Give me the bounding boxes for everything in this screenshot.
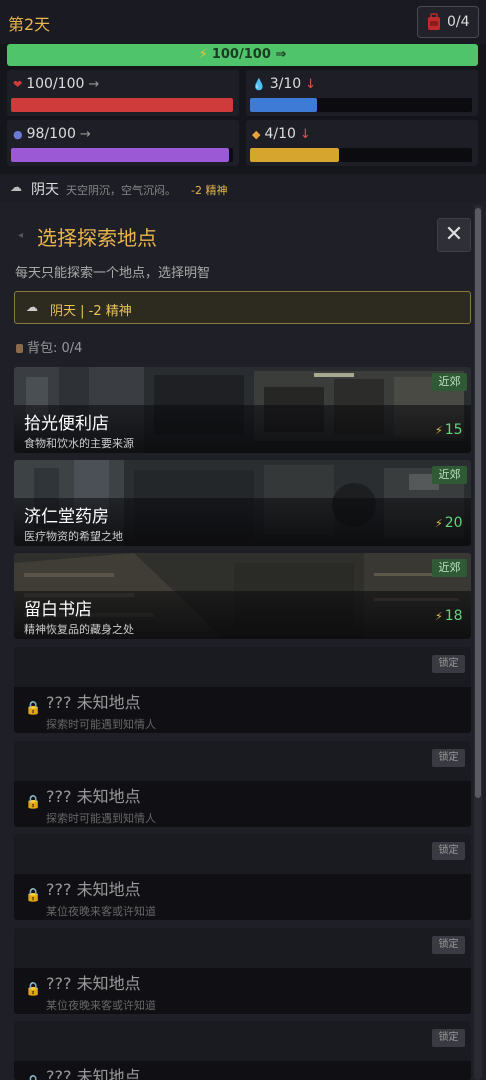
mind-trend: → xyxy=(79,127,91,142)
energy-value: 100/100 ⇒ xyxy=(211,47,287,62)
cloud-icon: ☁ xyxy=(26,300,38,314)
location-name: 留白书店 xyxy=(24,600,92,620)
energy-bar: ⚡ 100/100 ⇒ xyxy=(7,44,478,66)
locked-badge: 锁定 xyxy=(432,655,465,673)
location-description: 精神恢复品的藏身之处 xyxy=(24,623,134,636)
weather-notice: ☁ 阴天 | -2 精神 xyxy=(14,291,471,324)
food-bar-fill xyxy=(250,148,339,162)
location-hint: 某位夜晚来客或许知道 xyxy=(46,905,156,918)
location-hint: 探索时可能遇到知情人 xyxy=(46,812,156,825)
locked-location-card[interactable]: 锁定 🔒 ??? 未知地点 某位夜晚来客或许知道 xyxy=(14,928,471,1014)
backpack-status-text: 背包: 0/4 xyxy=(27,341,83,356)
lightning-icon: ⚡ xyxy=(435,610,443,623)
energy-cost: ⚡ 20 xyxy=(435,515,463,531)
lock-icon: 🔒 xyxy=(25,701,42,716)
panel-hint: 每天只能探索一个地点，选择明智 xyxy=(15,266,211,281)
location-name: ??? 未知地点 xyxy=(46,693,141,712)
day-counter: 第2天 xyxy=(8,15,51,34)
location-hint: 探索时可能遇到知情人 xyxy=(46,718,156,731)
game-screen: 第2天 0/4 ⚡ 100/100 ⇒ ❤ 100/100 → 💧 3/10 ↓ ● 98/… xyxy=(0,0,486,1080)
locked-badge: 锁定 xyxy=(432,1029,465,1047)
lock-icon: 🔒 xyxy=(25,888,42,903)
locked-badge: 锁定 xyxy=(432,936,465,954)
title-marker-icon: ◂ xyxy=(18,230,24,241)
location-card-pharmacy[interactable]: 近郊 济仁堂药房 医疗物资的希望之地 ⚡ 20 xyxy=(14,460,471,546)
water-drop-icon: 💧 xyxy=(252,78,266,91)
cloud-icon: ☁ xyxy=(10,180,22,194)
health-trend: → xyxy=(88,77,100,92)
lock-icon: 🔒 xyxy=(25,795,42,810)
water-trend: ↓ xyxy=(305,77,317,92)
weather-description: 天空阴沉，空气沉闷。 xyxy=(66,184,176,197)
mind-bar-fill xyxy=(11,148,229,162)
mind-bar xyxy=(11,148,233,162)
bread-icon: ◆ xyxy=(252,128,261,141)
location-name: ??? 未知地点 xyxy=(46,787,141,806)
location-name: ??? 未知地点 xyxy=(46,880,141,899)
backpack-count: 0/4 xyxy=(447,14,470,30)
location-name: ??? 未知地点 xyxy=(46,1067,141,1080)
lightning-icon: ⚡ xyxy=(435,517,443,530)
backpack-icon xyxy=(428,13,440,30)
weather-effect: -2 精神 xyxy=(191,184,228,197)
locked-location-card[interactable]: 锁定 🔒 ??? 未知地点 探索时可能遇到知情人 xyxy=(14,741,471,827)
close-button[interactable]: ✕ xyxy=(437,218,471,252)
weather-notice-text: 阴天 | -2 精神 xyxy=(50,304,132,319)
location-tag: 近郊 xyxy=(432,373,467,391)
weather-name: 阴天 xyxy=(31,182,59,198)
food-value: 4/10 xyxy=(264,126,296,142)
mind-value: 98/100 xyxy=(26,126,76,142)
food-trend: ↓ xyxy=(299,127,311,142)
location-hint: 某位夜晚来客或许知道 xyxy=(46,999,156,1012)
location-name: 拾光便利店 xyxy=(24,414,109,434)
water-bar xyxy=(250,98,472,112)
location-tag: 近郊 xyxy=(432,466,467,484)
panel-title: 选择探索地点 xyxy=(37,226,157,250)
lock-icon: 🔒 xyxy=(25,1075,41,1080)
top-bar: 第2天 0/4 xyxy=(0,0,486,44)
health-stat: ❤ 100/100 → xyxy=(7,70,239,116)
location-name: ??? 未知地点 xyxy=(46,974,141,993)
health-value: 100/100 xyxy=(26,76,85,92)
backpack-small-icon xyxy=(16,344,23,353)
brain-orb-icon: ● xyxy=(13,128,23,141)
locked-location-card[interactable]: 锁定 🔒 ??? 未知地点 xyxy=(14,1021,471,1080)
water-stat: 💧 3/10 ↓ xyxy=(246,70,478,116)
health-bar xyxy=(11,98,233,112)
scrollbar-thumb[interactable] xyxy=(475,208,481,798)
location-name: 济仁堂药房 xyxy=(24,507,109,527)
energy-cost: ⚡ 18 xyxy=(435,608,463,624)
lightning-icon: ⚡ xyxy=(435,424,443,437)
location-tag: 近郊 xyxy=(432,559,467,577)
food-stat: ◆ 4/10 ↓ xyxy=(246,120,478,166)
mind-stat: ● 98/100 → xyxy=(7,120,239,166)
location-description: 食物和饮水的主要来源 xyxy=(24,437,134,450)
food-bar xyxy=(250,148,472,162)
locked-location-card[interactable]: 锁定 🔒 ??? 未知地点 某位夜晚来客或许知道 xyxy=(14,834,471,920)
water-value: 3/10 xyxy=(269,76,302,92)
backpack-status: 背包: 0/4 xyxy=(16,337,82,356)
backpack-button[interactable]: 0/4 xyxy=(417,6,479,38)
lock-icon: 🔒 xyxy=(25,982,42,997)
locked-badge: 锁定 xyxy=(432,842,465,860)
health-bar-fill xyxy=(11,98,233,112)
weather-bar: ☁ 阴天 天空阴沉，空气沉闷。 -2 精神 xyxy=(0,174,486,202)
locked-badge: 锁定 xyxy=(432,749,465,767)
location-card-bookstore[interactable]: 近郊 留白书店 精神恢复品的藏身之处 ⚡ 18 xyxy=(14,553,471,639)
location-card-convenience-store[interactable]: 近郊 拾光便利店 食物和饮水的主要来源 ⚡ 15 xyxy=(14,367,471,453)
lightning-icon: ⚡ xyxy=(198,47,208,62)
location-description: 医疗物资的希望之地 xyxy=(24,530,123,543)
water-bar-fill xyxy=(250,98,317,112)
locked-location-card[interactable]: 锁定 🔒 ??? 未知地点 探索时可能遇到知情人 xyxy=(14,647,471,733)
heart-icon: ❤ xyxy=(13,78,23,91)
energy-cost: ⚡ 15 xyxy=(435,422,463,438)
